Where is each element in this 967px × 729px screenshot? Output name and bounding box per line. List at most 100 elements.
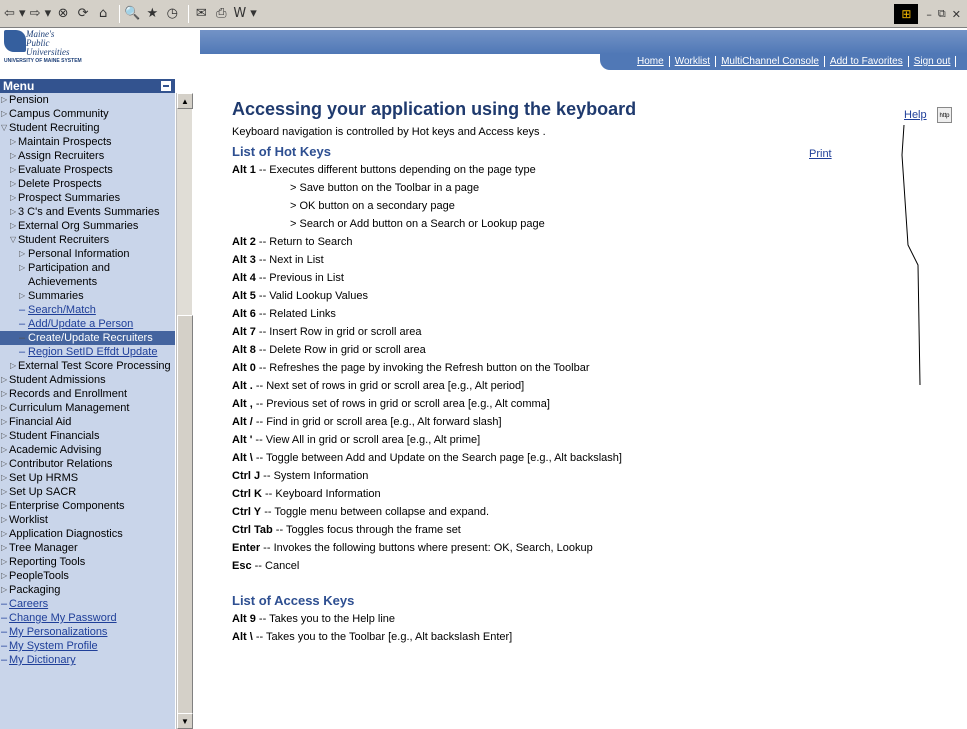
sidebar-item[interactable]: ▷ Academic Advising bbox=[0, 443, 175, 457]
sidebar-item[interactable]: ▷ Set Up HRMS bbox=[0, 471, 175, 485]
stop-icon[interactable]: ⊗ bbox=[55, 4, 71, 24]
sidebar-item-label: My Dictionary bbox=[9, 654, 76, 666]
sidebar-item[interactable]: ▷ Maintain Prospects bbox=[0, 135, 175, 149]
sidebar-item[interactable]: ▷ Delete Prospects bbox=[0, 177, 175, 191]
sidebar-item[interactable]: ▷ Student Financials bbox=[0, 429, 175, 443]
sidebar-item[interactable]: ▷ Contributor Relations bbox=[0, 457, 175, 471]
sidebar-item[interactable]: ▷ Set Up SACR bbox=[0, 485, 175, 499]
key-description: -- Keyboard Information bbox=[261, 488, 381, 500]
sidebar-item[interactable]: ▷ Reporting Tools bbox=[0, 555, 175, 569]
hot-key-item: Alt 0 -- Refreshes the page by invoking … bbox=[232, 359, 872, 377]
sidebar-item-label: Personal Information bbox=[28, 248, 130, 260]
sidebar-item[interactable]: ▷ Campus Community bbox=[0, 107, 175, 121]
sidebar-item[interactable]: ▷ Application Diagnostics bbox=[0, 527, 175, 541]
sidebar-item[interactable]: ▷ Worklist bbox=[0, 513, 175, 527]
sidebar-item[interactable]: – My Personalizations bbox=[0, 625, 175, 639]
help-link[interactable]: Help bbox=[904, 109, 927, 121]
close-icon[interactable]: ✕ bbox=[952, 8, 961, 21]
sidebar-item[interactable]: – Create/Update Recruiters bbox=[0, 331, 175, 345]
sidebar-item[interactable]: ▷ Financial Aid bbox=[0, 415, 175, 429]
key-combo: Alt 3 bbox=[232, 254, 256, 266]
sidebar-item[interactable]: – Search/Match bbox=[0, 303, 175, 317]
sidebar-item[interactable]: ▷ Curriculum Management bbox=[0, 401, 175, 415]
sidebar-item-label: External Test Score Processing bbox=[18, 360, 171, 372]
sidebar-item[interactable]: – Careers bbox=[0, 597, 175, 611]
scrollbar-thumb[interactable] bbox=[177, 315, 193, 717]
sidebar-item[interactable]: – Region SetID Effdt Update bbox=[0, 345, 175, 359]
hot-key-item: Alt , -- Previous set of rows in grid or… bbox=[232, 395, 872, 413]
sidebar-item-label: Records and Enrollment bbox=[9, 388, 128, 400]
forward-icon[interactable]: ⇨ ▾ bbox=[30, 4, 52, 24]
help-pointer-line bbox=[901, 125, 921, 385]
collapsed-arrow-icon: ▷ bbox=[10, 137, 17, 146]
sidebar-item-label: External Org Summaries bbox=[18, 220, 139, 232]
key-description: -- Valid Lookup Values bbox=[255, 290, 368, 302]
menu-scrollbar[interactable]: ▲ ▼ bbox=[176, 93, 193, 729]
scroll-up-icon[interactable]: ▲ bbox=[177, 93, 193, 109]
collapsed-arrow-icon: ▷ bbox=[1, 459, 8, 468]
sidebar-item[interactable]: ▽ Student Recruiting bbox=[0, 121, 175, 135]
nav-link-add-to-favorites[interactable]: Add to Favorites bbox=[825, 56, 909, 67]
refresh-icon[interactable]: ⟳ bbox=[75, 4, 91, 24]
logo-line-3: Universities bbox=[26, 47, 70, 57]
sidebar-item[interactable]: ▷ Participation and Achievements bbox=[0, 261, 175, 289]
sidebar-item[interactable]: – Add/Update a Person bbox=[0, 317, 175, 331]
sidebar-item-label: Evaluate Prospects bbox=[18, 164, 113, 176]
hot-key-item: Enter -- Invokes the following buttons w… bbox=[232, 539, 872, 557]
edit-icon[interactable]: W ▾ bbox=[233, 4, 257, 24]
sidebar-item[interactable]: ▷ Records and Enrollment bbox=[0, 387, 175, 401]
sidebar-item[interactable]: ▷ Student Admissions bbox=[0, 373, 175, 387]
print-link[interactable]: Print bbox=[809, 148, 832, 160]
sidebar-item[interactable]: ▷ Prospect Summaries bbox=[0, 191, 175, 205]
search-icon[interactable]: 🔍 bbox=[124, 4, 140, 24]
hot-key-item: Alt 8 -- Delete Row in grid or scroll ar… bbox=[232, 341, 872, 359]
collapsed-arrow-icon: ▷ bbox=[1, 473, 8, 482]
sidebar-item[interactable]: ▷ 3 C's and Events Summaries bbox=[0, 205, 175, 219]
logo-text: Maine's Public Universities bbox=[26, 30, 70, 57]
restore-icon[interactable]: ⧉ bbox=[938, 7, 946, 21]
back-icon[interactable]: ⇦ ▾ bbox=[4, 4, 26, 24]
sidebar-item[interactable]: ▷ Evaluate Prospects bbox=[0, 163, 175, 177]
key-description: -- Invokes the following buttons where p… bbox=[260, 542, 593, 554]
sidebar-item[interactable]: ▷ PeopleTools bbox=[0, 569, 175, 583]
help-icon[interactable]: http bbox=[937, 107, 952, 123]
home-icon[interactable]: ⌂ bbox=[95, 4, 111, 24]
collapsed-arrow-icon: ▷ bbox=[1, 109, 8, 118]
key-combo: Ctrl K bbox=[232, 488, 262, 500]
hot-key-item: Ctrl K -- Keyboard Information bbox=[232, 485, 872, 503]
sidebar-item[interactable]: ▷ Pension bbox=[0, 93, 175, 107]
nav-link-multichannel-console[interactable]: MultiChannel Console bbox=[716, 56, 825, 67]
sidebar-item[interactable]: ▷ Summaries bbox=[0, 289, 175, 303]
mail-icon[interactable]: ✉ bbox=[193, 4, 209, 24]
collapsed-arrow-icon: ▷ bbox=[1, 585, 8, 594]
sidebar-item-label: Packaging bbox=[9, 584, 61, 596]
nav-link-worklist[interactable]: Worklist bbox=[670, 56, 717, 67]
hot-key-item: Alt 1 -- Executes different buttons depe… bbox=[232, 161, 872, 179]
minimize-icon[interactable]: – bbox=[926, 8, 932, 21]
collapsed-arrow-icon: ▷ bbox=[1, 501, 8, 510]
sidebar-item[interactable]: – Change My Password bbox=[0, 611, 175, 625]
nav-link-sign-out[interactable]: Sign out bbox=[909, 56, 957, 67]
favorites-icon[interactable]: ★ bbox=[144, 4, 160, 24]
sidebar-item[interactable]: ▷ Tree Manager bbox=[0, 541, 175, 555]
sidebar-item[interactable]: ▷ External Org Summaries bbox=[0, 219, 175, 233]
print-icon[interactable]: ⎙ bbox=[213, 4, 229, 24]
sidebar-item[interactable]: ▷ Enterprise Components bbox=[0, 499, 175, 513]
hot-key-item: Alt 4 -- Previous in List bbox=[232, 269, 872, 287]
sidebar-item[interactable]: ▷ Packaging bbox=[0, 583, 175, 597]
collapse-menu-icon[interactable] bbox=[161, 81, 171, 91]
history-icon[interactable]: ◷ bbox=[164, 4, 180, 24]
sidebar-item[interactable]: ▷ External Test Score Processing bbox=[0, 359, 175, 373]
sidebar-item[interactable]: ▽ Student Recruiters bbox=[0, 233, 175, 247]
intro-text: Keyboard navigation is controlled by Hot… bbox=[232, 126, 546, 138]
sidebar-item-label: Region SetID Effdt Update bbox=[28, 346, 158, 358]
dash-icon: – bbox=[19, 304, 26, 316]
collapsed-arrow-icon: ▷ bbox=[1, 543, 8, 552]
nav-link-home[interactable]: Home bbox=[632, 56, 670, 67]
sidebar-item[interactable]: – My Dictionary bbox=[0, 653, 175, 667]
scroll-down-icon[interactable]: ▼ bbox=[177, 713, 193, 729]
alt1-subitem: > Save button on the Toolbar in a page bbox=[290, 182, 480, 194]
sidebar-item[interactable]: ▷ Personal Information bbox=[0, 247, 175, 261]
sidebar-item[interactable]: – My System Profile bbox=[0, 639, 175, 653]
sidebar-item[interactable]: ▷ Assign Recruiters bbox=[0, 149, 175, 163]
